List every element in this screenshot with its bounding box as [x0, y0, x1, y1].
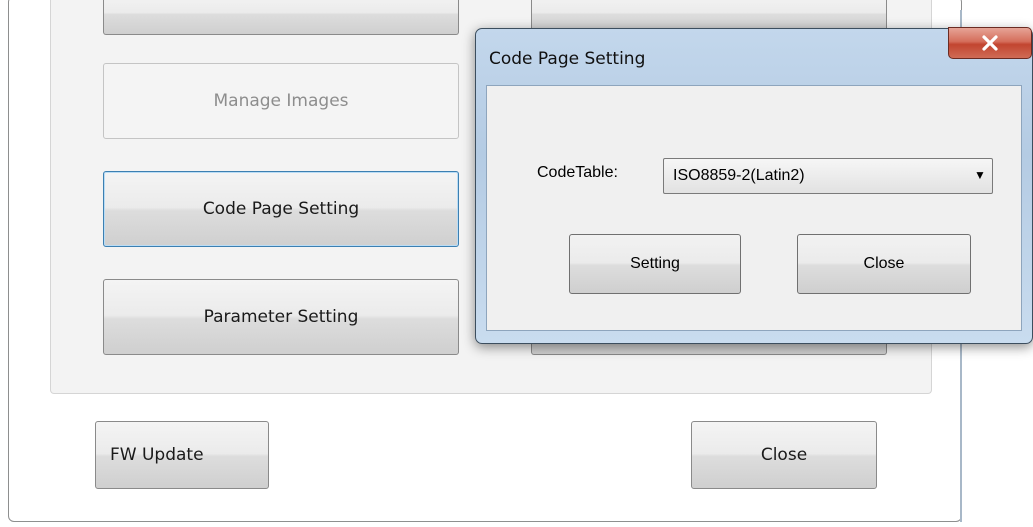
manage-images-button: Manage Images [103, 63, 459, 139]
code-table-label: CodeTable: [537, 164, 618, 181]
parameter-setting-label: Parameter Setting [203, 307, 359, 327]
dialog-title: Code Page Setting [489, 49, 646, 69]
dialog-close-button[interactable]: Close [797, 234, 971, 294]
dialog-close-label: Close [863, 255, 905, 272]
close-x-glyph [982, 35, 998, 51]
dropdown-arrow-icon[interactable]: ▼ [974, 168, 986, 182]
code-table-select[interactable]: ISO8859-2(Latin2) ▼ [663, 158, 993, 194]
close-x-icon[interactable] [948, 27, 1032, 59]
parameter-setting-button[interactable]: Parameter Setting [103, 279, 459, 355]
main-close-button[interactable]: Close [691, 421, 877, 489]
code-page-setting-label: Code Page Setting [202, 199, 360, 219]
manage-images-label: Manage Images [213, 91, 349, 111]
fw-update-label: FW Update [110, 445, 204, 465]
main-close-label: Close [760, 445, 808, 465]
setting-button[interactable]: Setting [569, 234, 741, 294]
setting-label: Setting [630, 255, 680, 272]
top-button-partial[interactable] [103, 0, 459, 35]
code-page-setting-button[interactable]: Code Page Setting [103, 171, 459, 247]
dialog-client-area: CodeTable: ISO8859-2(Latin2) ▼ Setting C… [486, 85, 1022, 331]
code-page-dialog: Code Page Setting CodeTable: ISO8859-2(L… [475, 27, 1033, 344]
code-table-value: ISO8859-2(Latin2) [673, 167, 805, 184]
fw-update-button[interactable]: FW Update [95, 421, 269, 489]
